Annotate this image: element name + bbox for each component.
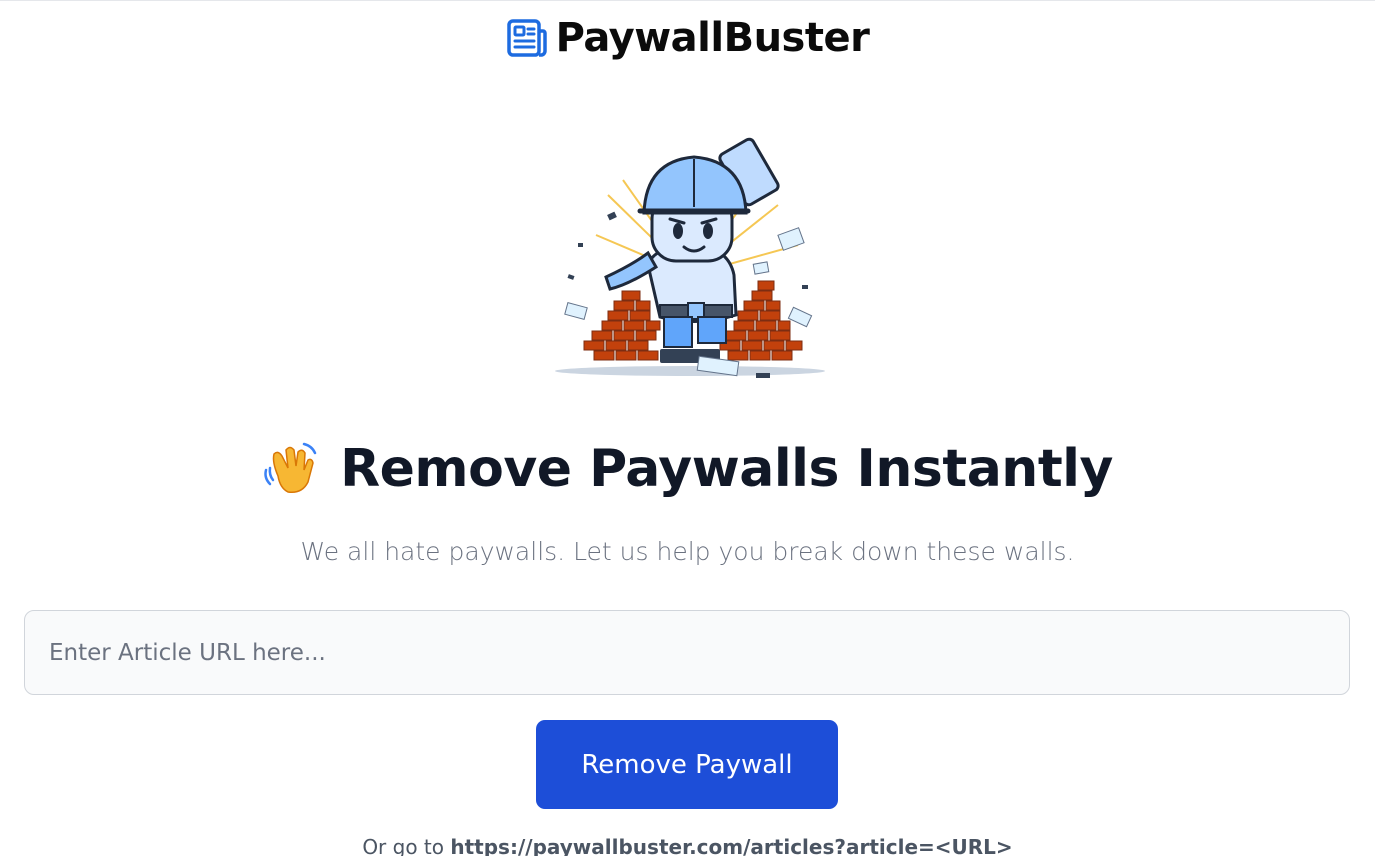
brand-header[interactable]: PaywallBuster — [0, 15, 1375, 61]
page: PaywallBuster Remove Paywalls Instantly … — [0, 0, 1375, 856]
hero-illustration — [548, 135, 833, 397]
subtitle: We all hate paywalls. Let us help you br… — [300, 537, 1075, 566]
headline: Remove Paywalls Instantly — [0, 439, 1375, 499]
alternate-url-hint: Or go to https://paywallbuster.com/artic… — [0, 835, 1375, 856]
article-url-input[interactable] — [24, 610, 1350, 695]
waving-hand-icon — [262, 440, 320, 498]
alternate-url-link[interactable]: https://paywallbuster.com/articles?artic… — [450, 835, 1012, 856]
alternate-url-prefix: Or go to — [362, 835, 445, 856]
page-title: Remove Paywalls Instantly — [340, 439, 1113, 499]
brand-name: PaywallBuster — [555, 15, 870, 61]
remove-paywall-button[interactable]: Remove Paywall — [536, 720, 838, 809]
newspaper-icon — [506, 17, 548, 59]
